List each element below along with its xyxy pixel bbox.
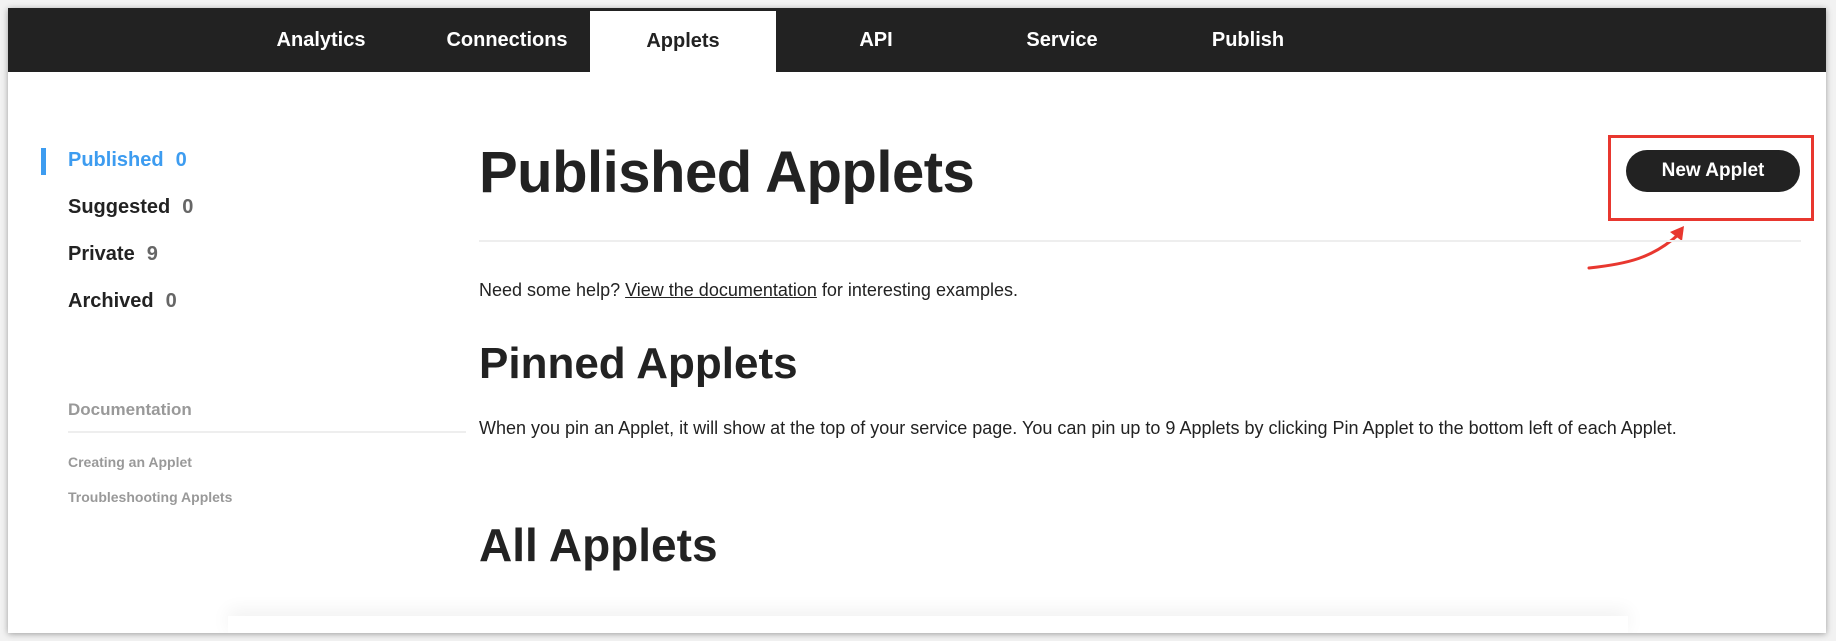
sidebar-item-label: Private [68, 243, 135, 265]
annotation-highlight-box [1608, 135, 1814, 221]
pinned-applets-description: When you pin an Applet, it will show at … [479, 418, 1677, 438]
tab-publish[interactable]: Publish [1139, 8, 1357, 72]
sidebar-item-suggested[interactable]: Suggested 0 [41, 195, 466, 242]
all-applets-heading: All Applets [479, 519, 718, 571]
doc-link-creating-applet[interactable]: Creating an Applet [68, 454, 192, 470]
help-text: Need some help? View the documentation f… [479, 280, 1018, 301]
sidebar-item-published[interactable]: Published 0 [41, 148, 466, 195]
browser-window: Analytics Connections Applets API Servic… [8, 8, 1826, 633]
title-divider [479, 240, 1801, 242]
sidebar-item-label: Suggested [68, 196, 171, 218]
documentation-heading: Documentation [68, 400, 466, 433]
sidebar-item-label: Published [68, 149, 164, 171]
sidebar-item-count: 0 [182, 196, 194, 218]
sidebar: Published 0 Suggested 0 Private 9 Archiv… [41, 148, 466, 336]
top-navigation: Analytics Connections Applets API Servic… [8, 8, 1826, 72]
tab-applets[interactable]: Applets [590, 11, 776, 72]
help-prefix: Need some help? [479, 280, 626, 300]
sidebar-item-archived[interactable]: Archived 0 [41, 289, 466, 336]
sidebar-item-count: 9 [146, 243, 158, 265]
doc-link-troubleshooting[interactable]: Troubleshooting Applets [68, 489, 232, 505]
sidebar-item-count: 0 [165, 290, 177, 312]
pinned-applets-heading: Pinned Applets [479, 339, 798, 388]
annotation-arrow-icon [1587, 226, 1684, 270]
documentation-link[interactable]: View the documentation [625, 280, 817, 300]
help-suffix: for interesting examples. [816, 280, 1018, 300]
sidebar-item-count: 0 [175, 149, 187, 171]
page-title: Published Applets [479, 140, 975, 205]
tab-connections[interactable]: Connections [398, 8, 616, 72]
sidebar-item-label: Archived [68, 290, 154, 312]
content-card-edge [228, 616, 1628, 633]
sidebar-item-private[interactable]: Private 9 [41, 242, 466, 289]
